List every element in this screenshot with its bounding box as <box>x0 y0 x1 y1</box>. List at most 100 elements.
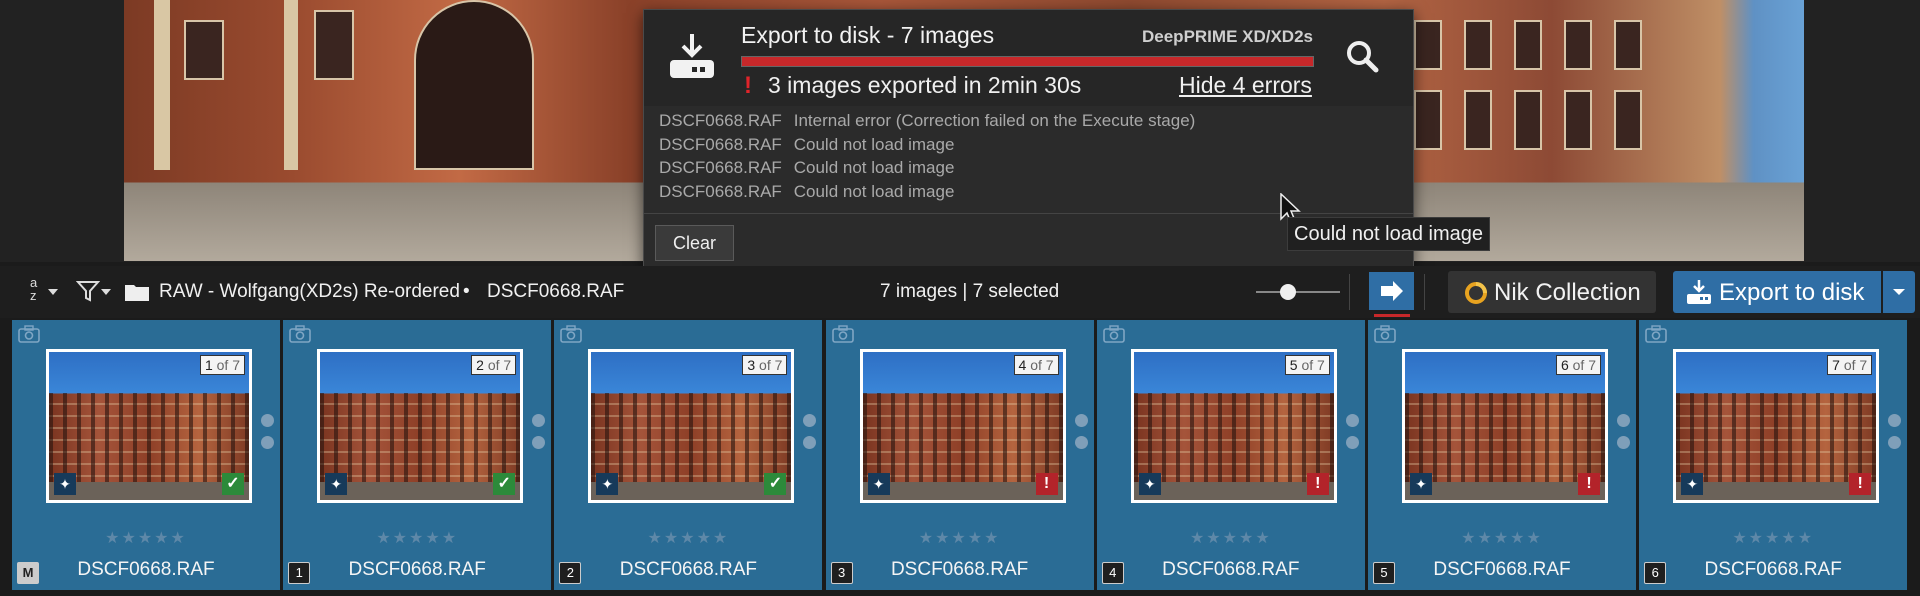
error-row: DSCF0668.RAF Could not load image <box>659 182 1195 206</box>
thumbnail-image[interactable]: 4 of 7 ✦ ! <box>859 349 1066 503</box>
hide-errors-link[interactable]: Hide 4 errors <box>1179 72 1312 99</box>
thumbnail-card[interactable]: 7 of 7 ✦ ! ★★★★★ 6 DSCF0668.RAF <box>1639 320 1908 590</box>
sparkle-icon: ✦ <box>325 473 348 495</box>
thumbnail-image[interactable]: 1 of 7 ✦ ✓ <box>46 349 252 503</box>
filter-button[interactable] <box>76 279 114 307</box>
error-list: DSCF0668.RAF Internal error (Correction … <box>659 111 1195 205</box>
export-disk-icon <box>670 34 714 78</box>
dot-icon <box>532 414 546 427</box>
dot-icon <box>261 414 274 427</box>
divider <box>1424 274 1425 310</box>
sparkle-icon: ✦ <box>596 473 619 495</box>
sparkle-icon: ✦ <box>54 473 76 495</box>
dot-icon <box>1888 414 1902 427</box>
star-rating[interactable]: ★★★★★ <box>1368 528 1636 548</box>
star-rating[interactable]: ★★★★★ <box>1639 528 1907 548</box>
dot-icon <box>1888 436 1902 449</box>
popup-title: Export to disk - 7 images <box>741 22 995 48</box>
dot-icon <box>803 414 817 427</box>
nik-collection-button[interactable]: Nik Collection <box>1448 271 1656 313</box>
export-progress-bar <box>741 56 1314 67</box>
image-index-badge: 1 of 7 <box>199 355 245 375</box>
search-icon[interactable] <box>1344 38 1380 74</box>
error-message: Could not load image <box>793 134 955 154</box>
image-index-badge: 2 of 7 <box>471 355 517 375</box>
thumbnail-card[interactable]: 4 of 7 ✦ ! ★★★★★ 3 DSCF0668.RAF <box>825 320 1094 590</box>
thumbnail-size-slider[interactable] <box>1256 284 1340 300</box>
slider-track <box>1256 291 1340 293</box>
thumbnail-filename: DSCF0668.RAF <box>619 559 758 580</box>
thumbnail-filename: DSCF0668.RAF <box>1162 559 1300 580</box>
popup-header: Export to disk - 7 images DeepPRIME XD/X… <box>644 10 1413 106</box>
denoise-engine-label: DeepPRIME XD/XD2s <box>1142 27 1313 46</box>
thumbnail-card[interactable]: 1 of 7 ✦ ✓ ★★★★★ M DSCF0668.RAF <box>12 320 280 590</box>
thumbnail-filename: DSCF0668.RAF <box>77 559 215 580</box>
thumbnail-card[interactable]: 2 of 7 ✦ ✓ ★★★★★ 1 DSCF0668.RAF <box>283 320 552 590</box>
thumbnail-image[interactable]: 2 of 7 ✦ ✓ <box>317 349 524 503</box>
sort-button[interactable]: az <box>28 276 62 308</box>
thumbnail-image[interactable]: 5 of 7 ✦ ! <box>1130 349 1337 503</box>
image-index-badge: 7 of 7 <box>1827 355 1873 375</box>
star-rating[interactable]: ★★★★★ <box>1097 528 1365 548</box>
clear-button[interactable]: Clear <box>655 225 734 261</box>
sparkle-icon: ✦ <box>1138 473 1161 495</box>
error-message: Could not load image <box>793 158 955 177</box>
error-file: DSCF0668.RAF <box>659 158 782 177</box>
image-index-badge: 3 of 7 <box>742 355 788 375</box>
export-status: 3 images exported in 2min 30s <box>768 72 1082 98</box>
dot-icon <box>1345 414 1359 427</box>
status-underline <box>1374 314 1410 317</box>
breadcrumb-file: DSCF0668.RAF <box>487 281 625 302</box>
image-index-badge: 5 of 7 <box>1284 355 1330 375</box>
image-index-badge: 4 of 7 <box>1013 355 1059 375</box>
filter-icon <box>76 281 100 302</box>
error-message: Could not load image <box>793 181 955 201</box>
sparkle-icon: ✦ <box>1681 473 1704 495</box>
warning-icon: ! <box>744 72 752 99</box>
star-rating[interactable]: ★★★★★ <box>283 528 551 548</box>
sort-az-icon: az <box>30 275 38 303</box>
thumbnail-card[interactable]: 6 of 7 ✦ ! ★★★★★ 5 DSCF0668.RAF <box>1368 320 1636 590</box>
breadcrumb-folder[interactable]: RAW - Wolfgang(XD2s) Re-ordered <box>159 281 460 303</box>
sparkle-icon: ✦ <box>867 473 890 495</box>
dot-icon <box>1074 414 1088 427</box>
error-file: DSCF0668.RAF <box>659 111 782 130</box>
star-rating[interactable]: ★★★★★ <box>12 528 280 548</box>
error-icon: ! <box>1306 473 1329 495</box>
export-to-disk-label: Export to disk <box>1719 279 1865 306</box>
thumbnail-card[interactable]: 3 of 7 ✦ ✓ ★★★★★ 2 DSCF0668.RAF <box>554 320 823 590</box>
dot-icon <box>261 436 274 449</box>
thumbnail-image[interactable]: 6 of 7 ✦ ! <box>1402 349 1608 503</box>
export-disk-icon <box>1687 280 1711 304</box>
checkmark-icon: ✓ <box>222 473 244 495</box>
thumbnail-image[interactable]: 3 of 7 ✦ ✓ <box>588 349 795 503</box>
camera-icon <box>1645 325 1667 343</box>
error-row: DSCF0668.RAF Could not load image <box>659 135 1195 159</box>
dot-icon <box>803 436 817 449</box>
thumbnail-filename: DSCF0668.RAF <box>348 559 486 580</box>
error-message: Internal error (Correction failed on the… <box>793 111 1196 130</box>
star-rating[interactable]: ★★★★★ <box>554 528 822 548</box>
dot-icon <box>1074 436 1088 449</box>
camera-icon <box>1102 325 1125 343</box>
error-icon: ! <box>1578 473 1600 495</box>
filmstrip: 1 of 7 ✦ ✓ ★★★★★ M DSCF0668.RAF 2 of 7 ✦… <box>0 318 1920 596</box>
chevron-down-icon <box>101 289 111 295</box>
send-to-button[interactable] <box>1369 272 1414 310</box>
export-options-dropdown[interactable] <box>1883 271 1915 313</box>
export-to-disk-button[interactable]: Export to disk <box>1673 271 1881 313</box>
breadcrumb-separator: • <box>463 281 470 302</box>
thumbnail-filename: DSCF0668.RAF <box>890 559 1029 580</box>
sparkle-icon: ✦ <box>1410 473 1432 495</box>
chevron-down-icon <box>48 289 58 295</box>
nik-collection-label: Nik Collection <box>1494 279 1641 306</box>
dot-icon <box>532 436 546 449</box>
selection-count: 7 images | 7 selected <box>880 281 1060 302</box>
thumbnail-image[interactable]: 7 of 7 ✦ ! <box>1673 349 1880 503</box>
slider-handle[interactable] <box>1279 284 1296 300</box>
star-rating[interactable]: ★★★★★ <box>826 528 1094 548</box>
thumbnail-filename: DSCF0668.RAF <box>1704 559 1842 580</box>
dot-icon <box>1617 414 1630 427</box>
camera-icon <box>289 325 311 343</box>
thumbnail-card[interactable]: 5 of 7 ✦ ! ★★★★★ 4 DSCF0668.RAF <box>1096 320 1365 590</box>
